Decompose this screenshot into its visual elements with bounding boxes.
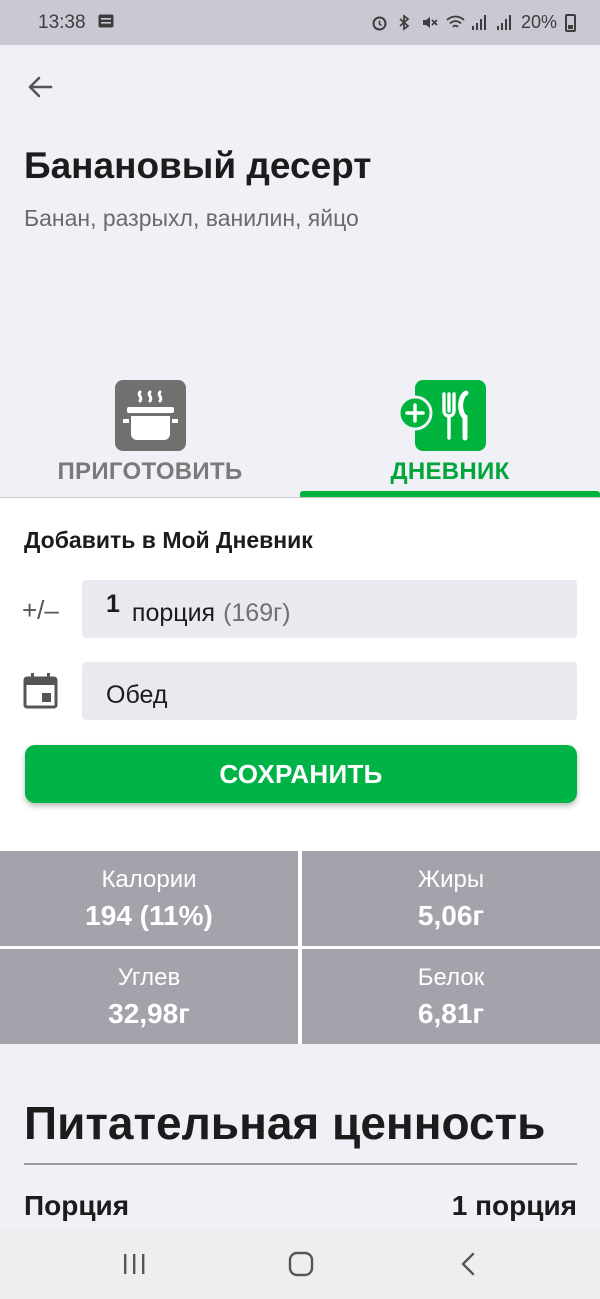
system-nav-bar: [0, 1230, 600, 1299]
signal-icon: [471, 14, 488, 31]
plus-circle-icon: [397, 395, 433, 431]
stat-fat: Жиры 5,06г: [302, 851, 600, 946]
stat-label: Калории: [101, 866, 197, 893]
system-back-button[interactable]: [438, 1244, 498, 1284]
bluetooth-icon: [396, 14, 413, 31]
stat-calories: Калории 194 (11%): [0, 851, 298, 946]
alarm-icon: [371, 14, 388, 31]
recent-apps-icon: [124, 1254, 145, 1274]
meal-value: Обед: [106, 680, 168, 709]
status-time: 13:38: [38, 11, 86, 33]
back-button[interactable]: [20, 67, 60, 107]
tab-cook[interactable]: ПРИГОТОВИТЬ: [0, 380, 300, 500]
nutrient-summary: Калории 194 (11%) Жиры 5,06г Углев 32,98…: [0, 851, 600, 1044]
stat-value: 6,81г: [417, 998, 485, 1029]
portion-unit: порция: [131, 598, 216, 627]
calendar-icon: [22, 671, 62, 711]
back-arrow-icon: [28, 76, 53, 98]
home-button[interactable]: [271, 1244, 331, 1284]
battery-icon: [565, 13, 576, 32]
stat-label: Углев: [117, 964, 181, 991]
add-to-diary-title: Добавить в Мой Дневник: [24, 527, 313, 553]
status-bar: 13:38 20%: [0, 0, 600, 45]
stat-label: Белок: [417, 964, 485, 991]
stat-value: 32,98г: [108, 998, 190, 1029]
recipe-ingredients: Банан, разрыхл, ванилин, яйцо: [24, 205, 359, 231]
quantity-icon: +/–: [22, 590, 62, 630]
add-to-diary-section: Добавить в Мой Дневник +/– 1 порция (169…: [0, 498, 600, 851]
chevron-left-icon: [461, 1252, 475, 1276]
portion-grams: (169г): [223, 598, 291, 627]
save-button[interactable]: СОХРАНИТЬ: [25, 745, 577, 803]
nutrition-facts: Питательная ценность Порция 1 порция: [0, 1044, 600, 1230]
portion-value: 1 порция: [451, 1190, 577, 1221]
meal-select[interactable]: Обед: [82, 662, 577, 720]
signal-icon: [496, 14, 513, 31]
stat-protein: Белок 6,81г: [302, 949, 600, 1044]
recipe-header: Банановый десерт Банан, разрыхл, ванилин…: [0, 45, 600, 500]
mute-icon: [421, 14, 438, 31]
tab-cook-label: ПРИГОТОВИТЬ: [57, 458, 243, 485]
tab-diary-label: ДНЕВНИК: [390, 458, 510, 485]
stat-value: 194 (11%): [85, 900, 213, 931]
recipe-title: Банановый десерт: [24, 145, 372, 186]
pot-icon: [115, 380, 186, 451]
stat-carbs: Углев 32,98г: [0, 949, 298, 1044]
portion-field[interactable]: 1 порция (169г): [82, 580, 577, 638]
tab-diary[interactable]: ДНЕВНИК: [300, 380, 600, 500]
nutrition-title: Питательная ценность: [24, 1097, 546, 1149]
stat-value: 5,06г: [417, 900, 485, 931]
recent-apps-button[interactable]: [104, 1244, 164, 1284]
divider: [24, 1163, 577, 1165]
battery-percent: 20%: [520, 12, 557, 32]
portion-label: Порция: [24, 1190, 130, 1221]
quantity-value: 1: [106, 589, 120, 618]
quantity-icon-text: +/–: [22, 595, 59, 625]
home-icon: [288, 1251, 314, 1277]
notification-icon: [98, 12, 114, 34]
stat-label: Жиры: [417, 866, 485, 893]
wifi-icon: [446, 14, 465, 31]
